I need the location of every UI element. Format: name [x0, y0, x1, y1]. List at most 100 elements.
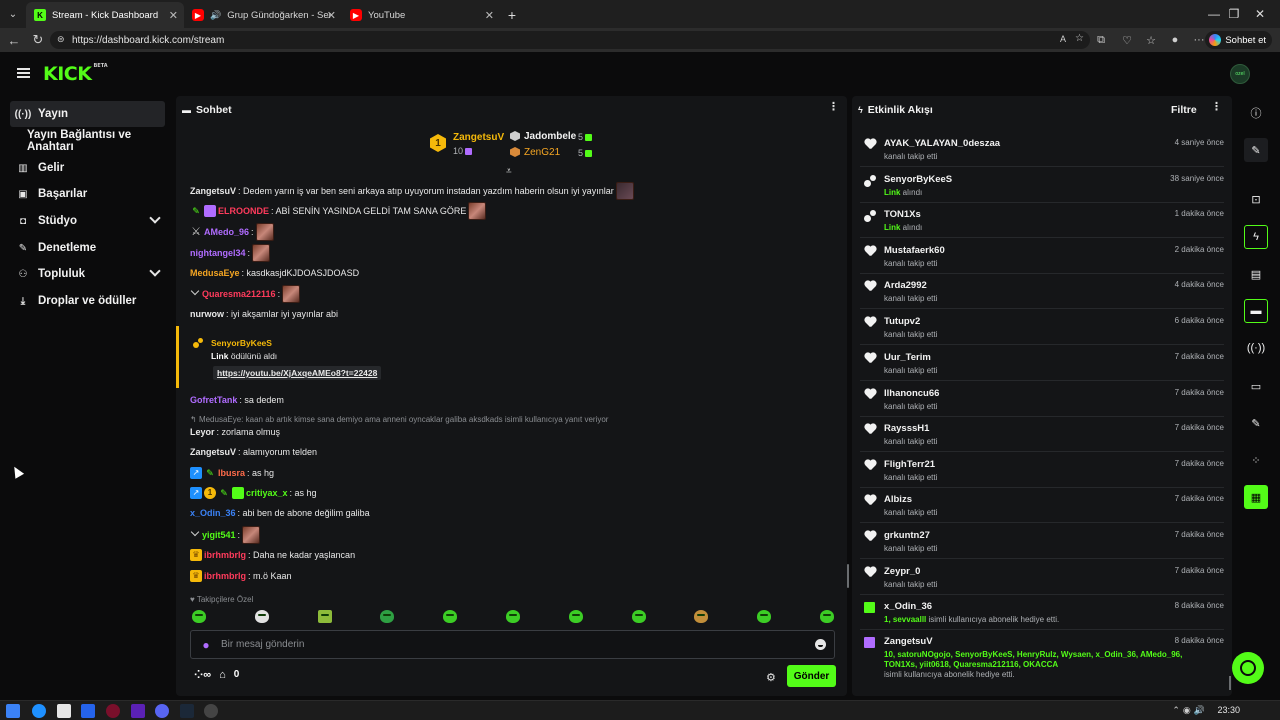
- close-window-button[interactable]: ✕: [1240, 0, 1280, 28]
- chat-settings-icon[interactable]: ⚙: [766, 671, 776, 684]
- close-tab-icon[interactable]: ✕: [485, 9, 494, 22]
- emote-button[interactable]: [317, 610, 332, 623]
- chat-username[interactable]: nurwow: [190, 309, 224, 319]
- event-username[interactable]: Albizs: [884, 494, 912, 505]
- favorite-star-icon[interactable]: ☆: [1075, 33, 1084, 44]
- pinned-collapse-icon[interactable]: ⩡: [506, 166, 512, 177]
- emoji-picker-icon[interactable]: [815, 639, 826, 650]
- help-support-button[interactable]: [1232, 652, 1264, 684]
- event-username[interactable]: Arda2992: [884, 280, 927, 291]
- chat-message-input[interactable]: ● Bir mesaj gönderin: [190, 630, 835, 659]
- clapperboard-icon[interactable]: ▦: [1244, 485, 1268, 509]
- event-username[interactable]: Ilhanoncu66: [884, 388, 939, 399]
- chat-username[interactable]: Quaresma212116: [202, 289, 276, 299]
- filter-button[interactable]: Filtre: [1171, 104, 1197, 116]
- event-username[interactable]: Uur_Terim: [884, 352, 931, 363]
- activity-scrollbar[interactable]: [1229, 676, 1231, 690]
- hamburger-menu-icon[interactable]: [17, 68, 30, 78]
- store-icon[interactable]: ⌂: [219, 669, 226, 681]
- wrench-icon[interactable]: ✎: [1244, 411, 1268, 435]
- emote-button[interactable]: [380, 610, 395, 623]
- sidebar-item-topluluk[interactable]: ⚇ Topluluk: [10, 261, 165, 287]
- sidebar-item-yayin[interactable]: ((·)) Yayın: [10, 101, 165, 127]
- chat-toggle-icon[interactable]: ▬: [1244, 299, 1268, 323]
- event-username[interactable]: grkuntn27: [884, 530, 930, 541]
- mod-tools-icon[interactable]: ▭: [1244, 374, 1268, 398]
- start-menu-icon[interactable]: [6, 704, 20, 718]
- explorer-icon[interactable]: [57, 704, 71, 718]
- discord-icon[interactable]: [155, 704, 169, 718]
- chat-username[interactable]: Leyor: [190, 427, 215, 437]
- activity-feed-toggle-icon[interactable]: ϟ: [1244, 225, 1268, 249]
- tab-list-chevron-icon[interactable]: ⌄: [0, 0, 26, 28]
- info-icon[interactable]: ⓘ: [1244, 101, 1268, 125]
- reward-username[interactable]: SenyorByKeeS: [211, 338, 272, 348]
- tab-kick-dashboard[interactable]: K Stream - Kick Dashboard ✕: [26, 2, 184, 28]
- chat-username[interactable]: lbusra: [218, 468, 245, 478]
- sidebar-item-droplar[interactable]: ⤓ Droplar ve ödüller: [10, 288, 165, 314]
- sidebar-item-stream-key[interactable]: Yayın Bağlantısı ve Anahtarı: [27, 128, 177, 154]
- emote-button[interactable]: [757, 610, 772, 623]
- sidebar-item-denetleme[interactable]: ✎ Denetleme: [10, 235, 165, 261]
- obs-icon[interactable]: [204, 704, 218, 718]
- chat-username[interactable]: critiyax_x: [246, 488, 288, 498]
- leader-2-name[interactable]: Jadombele: [524, 131, 576, 142]
- new-tab-button[interactable]: +: [500, 2, 524, 28]
- user-avatar[interactable]: ozel: [1230, 64, 1250, 84]
- kick-logo[interactable]: KICK BETA: [43, 63, 108, 85]
- chat-username[interactable]: nightangel34: [190, 248, 246, 258]
- read-aloud-icon[interactable]: A: [1060, 34, 1066, 44]
- reward-link[interactable]: https://youtu.be/XjAxqeAMEo8?t=22428: [213, 366, 382, 380]
- event-username[interactable]: AYAK_YALAYAN_0deszaa: [884, 138, 1000, 149]
- emote-button[interactable]: [192, 610, 206, 623]
- emote-button[interactable]: [443, 610, 458, 623]
- close-tab-icon[interactable]: ✕: [327, 9, 336, 22]
- favorites-icon[interactable]: ☆: [1140, 28, 1162, 52]
- emote-button[interactable]: [254, 610, 269, 623]
- profile-icon[interactable]: ●: [1164, 28, 1186, 52]
- chat-username[interactable]: yigit541: [202, 530, 236, 540]
- chat-scrollbar[interactable]: [847, 564, 849, 588]
- leader-1-name[interactable]: ZangetsuV: [453, 132, 504, 143]
- chat-username[interactable]: ibrhmbrlg: [204, 571, 246, 581]
- event-username[interactable]: x_Odin_36: [884, 601, 932, 612]
- screenshot-icon[interactable]: ⊡: [1244, 187, 1268, 211]
- event-username[interactable]: Mustafaerk60: [884, 245, 945, 256]
- chat-username[interactable]: ZangetsuV: [190, 447, 236, 457]
- emote-button[interactable]: [631, 610, 646, 623]
- emote-button[interactable]: [568, 610, 583, 623]
- url-bar[interactable]: ⊜ https://dashboard.kick.com/stream A ☆: [50, 31, 1090, 49]
- close-tab-icon[interactable]: ✕: [169, 9, 178, 22]
- chat-username[interactable]: MedusaEye: [190, 268, 240, 278]
- chat-options-icon[interactable]: ⋮: [828, 102, 839, 113]
- chat-username[interactable]: x_Odin_36: [190, 508, 236, 518]
- tab-youtube-song[interactable]: ▶ 🔊 Grup Gündoğarken - Sen Ben... ✕: [184, 2, 342, 28]
- chat-username[interactable]: ELROONDE: [218, 206, 269, 216]
- chat-username[interactable]: AMedo_96: [204, 227, 249, 237]
- chat-username[interactable]: ZangetsuV: [190, 186, 236, 196]
- event-username[interactable]: Tutupv2: [884, 316, 920, 327]
- event-username[interactable]: ZangetsuV: [884, 636, 933, 647]
- send-button[interactable]: Gönder: [787, 665, 836, 687]
- event-username[interactable]: Zeypr_0: [884, 566, 920, 577]
- app-icon[interactable]: [81, 704, 95, 718]
- channel-points-icon[interactable]: ⁘∞: [194, 668, 211, 681]
- event-username[interactable]: RaysssH1: [884, 423, 929, 434]
- emote-button[interactable]: [819, 610, 834, 623]
- steam-icon[interactable]: [180, 704, 194, 718]
- chat-username[interactable]: GofretTank: [190, 395, 237, 405]
- extensions-icon[interactable]: ⧉: [1090, 28, 1112, 52]
- sidebar-item-studyo[interactable]: ◘ Stüdyo: [10, 208, 165, 234]
- sidebar-item-gelir[interactable]: ▥ Gelir: [10, 155, 165, 181]
- reply-context[interactable]: ↰ MedusaEye: kaan ab artık kimse sana de…: [190, 415, 608, 424]
- edge-browser-icon[interactable]: [32, 704, 46, 718]
- emote-button[interactable]: [505, 610, 520, 623]
- browser-essentials-icon[interactable]: ♡: [1116, 28, 1138, 52]
- leader-3-name[interactable]: ZenG21: [524, 147, 560, 158]
- event-username[interactable]: SenyorByKeeS: [884, 174, 952, 185]
- microphone-icon[interactable]: ●: [191, 638, 221, 652]
- visual-studio-icon[interactable]: [131, 704, 145, 718]
- event-username[interactable]: TON1Xs: [884, 209, 921, 220]
- back-arrow-icon[interactable]: ←: [2, 28, 26, 52]
- sidebar-item-basarilar[interactable]: ▣ Başarılar: [10, 181, 165, 207]
